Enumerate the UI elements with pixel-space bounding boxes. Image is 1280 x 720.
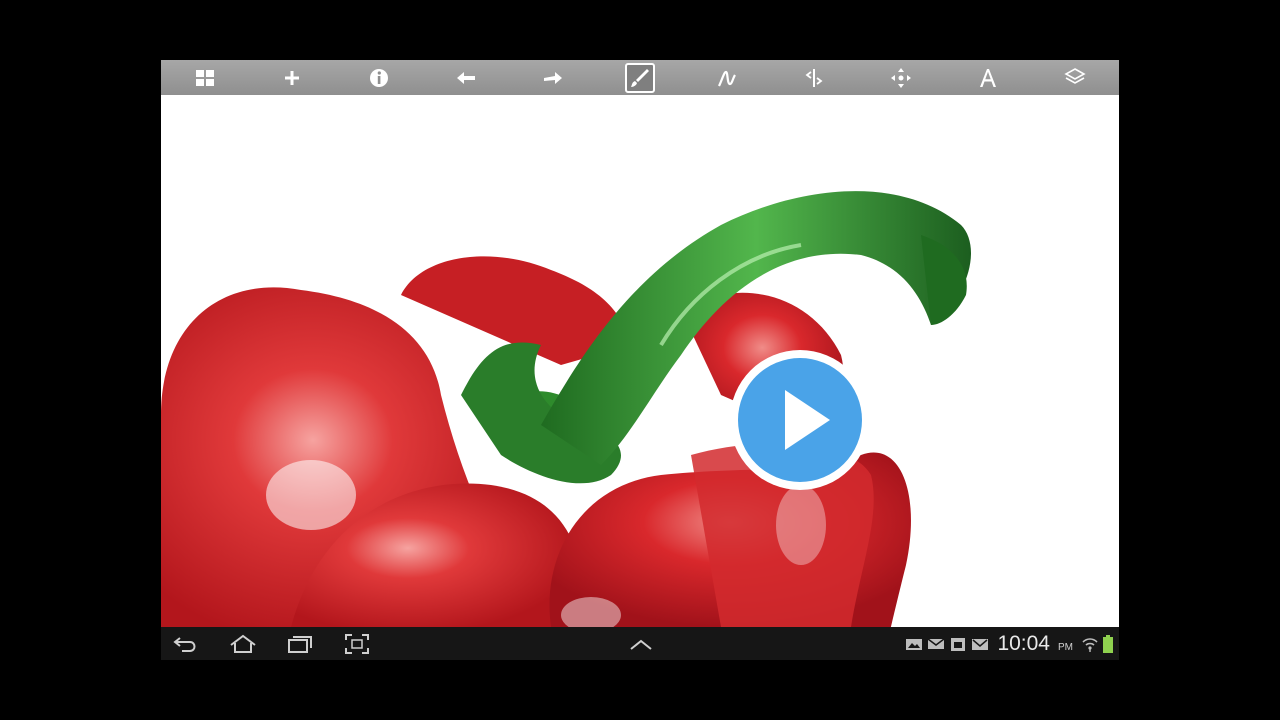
transform-icon bbox=[891, 67, 912, 88]
text-icon bbox=[980, 68, 997, 87]
new-button[interactable] bbox=[248, 60, 335, 95]
screenshot-button[interactable] bbox=[343, 631, 371, 657]
recent-apps-icon bbox=[288, 636, 312, 653]
info-icon bbox=[369, 68, 388, 87]
layers-button[interactable] bbox=[1032, 60, 1119, 95]
app-screen: 10:04 PM bbox=[161, 60, 1119, 660]
back-button[interactable] bbox=[171, 631, 201, 657]
mail-notification-icon bbox=[927, 637, 945, 649]
clock-ampm: PM bbox=[1058, 641, 1073, 653]
redo-icon bbox=[543, 71, 562, 84]
symmetry-icon bbox=[805, 68, 823, 87]
brush-icon bbox=[631, 68, 650, 87]
battery-icon bbox=[1103, 634, 1113, 653]
status-area: 10:04 PM bbox=[905, 627, 1113, 660]
brush-button[interactable] bbox=[596, 60, 683, 95]
up-arrow-button[interactable] bbox=[626, 631, 656, 657]
wifi-status bbox=[1081, 636, 1099, 652]
gallery-notification[interactable] bbox=[905, 636, 923, 652]
recent-apps-button[interactable] bbox=[285, 631, 315, 657]
toolbar bbox=[161, 60, 1119, 96]
undo-button[interactable] bbox=[422, 60, 509, 95]
text-button[interactable] bbox=[945, 60, 1032, 95]
undo-icon bbox=[456, 71, 475, 84]
system-navigation-bar: 10:04 PM bbox=[161, 627, 1119, 660]
stroke-icon bbox=[718, 70, 737, 86]
play-video-button[interactable] bbox=[727, 347, 873, 493]
gallery-button[interactable] bbox=[161, 60, 248, 95]
home-button[interactable] bbox=[227, 631, 259, 657]
new-icon bbox=[284, 70, 299, 85]
email-notification-icon bbox=[972, 638, 989, 650]
transform-button[interactable] bbox=[858, 60, 945, 95]
drawing-canvas[interactable] bbox=[161, 95, 1119, 627]
gallery-icon bbox=[195, 69, 214, 86]
email-notification[interactable] bbox=[971, 636, 989, 652]
calendar-notification-icon bbox=[951, 637, 966, 651]
redo-button[interactable] bbox=[509, 60, 596, 95]
battery-status bbox=[1103, 634, 1113, 653]
gallery-notification-icon bbox=[906, 638, 923, 650]
stroke-button[interactable] bbox=[684, 60, 771, 95]
clock-time: 10:04 bbox=[997, 631, 1050, 655]
home-icon bbox=[230, 634, 256, 653]
info-button[interactable] bbox=[335, 60, 422, 95]
brush-selected-frame bbox=[625, 62, 656, 93]
up-arrow-icon bbox=[630, 639, 652, 650]
mail-notification[interactable] bbox=[927, 636, 945, 652]
back-icon bbox=[173, 637, 196, 652]
symmetry-button[interactable] bbox=[771, 60, 858, 95]
wifi-icon bbox=[1082, 637, 1098, 652]
calendar-notification[interactable] bbox=[949, 636, 967, 652]
screenshot-icon bbox=[345, 634, 369, 654]
layers-icon bbox=[1064, 67, 1087, 84]
